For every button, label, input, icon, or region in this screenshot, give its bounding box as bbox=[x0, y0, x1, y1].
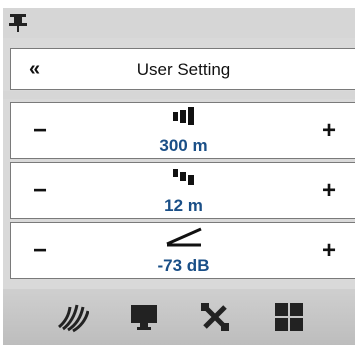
pin-icon[interactable] bbox=[8, 13, 28, 33]
step-value: 12 m bbox=[164, 196, 203, 215]
range-increase-button[interactable]: + bbox=[322, 117, 336, 145]
gain-increase-button[interactable]: + bbox=[322, 237, 336, 265]
monitor-icon[interactable] bbox=[128, 301, 160, 333]
grid-icon[interactable] bbox=[273, 301, 305, 333]
range-control: − 300 m + bbox=[10, 102, 355, 159]
tools-icon[interactable] bbox=[199, 301, 231, 333]
page-title: User Setting bbox=[136, 60, 231, 79]
header-bar: « User Setting bbox=[10, 48, 355, 90]
step-control: − 12 m + bbox=[10, 162, 355, 219]
divider bbox=[3, 91, 355, 99]
bottom-toolbar bbox=[3, 289, 355, 345]
gain-value: -73 dB bbox=[157, 256, 210, 275]
gain-slope-icon bbox=[165, 227, 202, 247]
settings-panel: « User Setting − 300 m + − 12 m + − -73 … bbox=[3, 8, 355, 345]
sonar-icon[interactable] bbox=[57, 301, 89, 333]
range-value: 300 m bbox=[159, 136, 208, 155]
title-bar bbox=[3, 8, 355, 38]
range-bars-icon bbox=[172, 107, 194, 125]
step-increase-button[interactable]: + bbox=[322, 177, 336, 205]
step-bars-icon bbox=[172, 169, 194, 185]
gain-control: − -73 dB + bbox=[10, 222, 355, 279]
